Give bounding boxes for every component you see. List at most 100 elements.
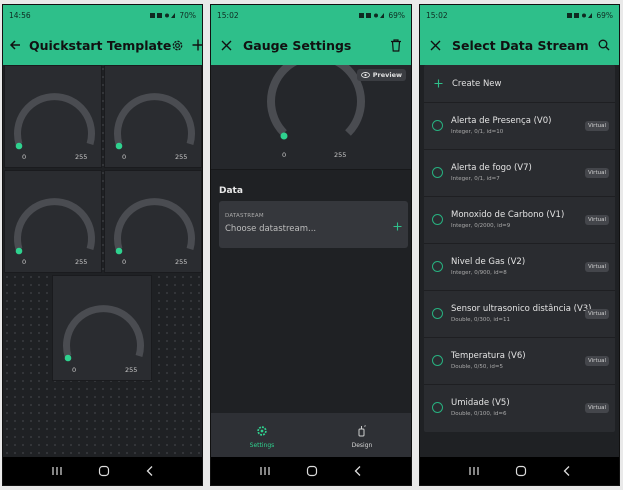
recent-apps-icon[interactable]	[468, 466, 480, 476]
datastream-type-badge: Virtual	[585, 121, 609, 131]
section-title-data: Data	[219, 186, 243, 196]
datastream-meta: Integer, 0/1, id=10	[451, 129, 504, 135]
top-bar: Quickstart Template	[3, 25, 202, 65]
datastream-row[interactable]: Alerta de Presença (V0) Integer, 0/1, id…	[424, 103, 615, 150]
home-icon[interactable]	[98, 465, 110, 477]
select-data-stream-screen: 15:02 69% Select Data Stream Create New …	[419, 4, 620, 486]
datastream-name: Nivel de Gas (V2)	[451, 257, 526, 267]
radio-button[interactable]	[432, 308, 443, 319]
gauge-dial	[63, 305, 144, 362]
datastream-meta: Integer, 0/900, id=8	[451, 270, 507, 276]
status-bar: 15:02 69%	[420, 5, 619, 25]
gauge-widget[interactable]: 0 255	[104, 65, 202, 168]
plus-icon[interactable]	[393, 222, 402, 231]
datastream-row[interactable]: Monoxido de Carbono (V1) Integer, 0/2000…	[424, 197, 615, 244]
system-nav-bar	[420, 457, 619, 485]
tab-design[interactable]: Design	[351, 425, 373, 449]
system-nav-bar	[3, 457, 202, 485]
create-new-button[interactable]: Create New	[424, 65, 615, 103]
create-new-label: Create New	[452, 78, 502, 89]
gauge-widget[interactable]: 0 255	[4, 65, 102, 168]
datastream-name: Monoxido de Carbono (V1)	[451, 210, 565, 220]
quickstart-template-screen: 14:56 70% Quickstart Template 0 255 0 25…	[2, 4, 203, 486]
gauge-indicator-dot	[64, 354, 72, 362]
preview-toggle[interactable]: Preview	[356, 69, 406, 81]
radio-button[interactable]	[432, 261, 443, 272]
datastream-list: Create New Alerta de Presença (V0) Integ…	[424, 65, 615, 432]
battery-level: 69%	[388, 10, 405, 20]
recent-apps-icon[interactable]	[259, 466, 271, 476]
trash-icon[interactable]	[387, 36, 405, 54]
status-icons	[567, 12, 593, 18]
gauge-indicator-dot	[115, 142, 123, 150]
datastream-row[interactable]: Nivel de Gas (V2) Integer, 0/900, id=8 V…	[424, 244, 615, 291]
status-icons	[359, 12, 385, 18]
gauge-dial	[114, 93, 195, 150]
status-bar: 15:02 69%	[211, 5, 411, 25]
datastream-name: Sensor ultrasonico distância (V3)	[451, 304, 592, 314]
datastream-name: Temperatura (V6)	[451, 351, 526, 361]
gauge-max: 255	[125, 366, 138, 374]
radio-button[interactable]	[432, 355, 443, 366]
gauge-min: 0	[72, 366, 77, 374]
radio-button[interactable]	[432, 214, 443, 225]
back-icon[interactable]	[353, 465, 363, 477]
recent-apps-icon[interactable]	[51, 466, 63, 476]
datastream-row[interactable]: Temperatura (V6) Double, 0/50, id=5 Virt…	[424, 338, 615, 385]
datastream-caption: DATASTREAM	[225, 213, 264, 219]
gauge-max: 255	[334, 151, 347, 159]
page-title: Select Data Stream	[452, 37, 589, 53]
plus-icon[interactable]	[192, 36, 202, 54]
datastream-name: Alerta de Presença (V0)	[451, 116, 552, 126]
top-bar: Gauge Settings	[211, 25, 411, 65]
gear-icon[interactable]	[171, 36, 184, 54]
gauge-widget[interactable]: 0 255	[104, 170, 202, 273]
back-icon[interactable]	[562, 465, 572, 477]
datastream-row[interactable]: Alerta de fogo (V7) Integer, 0/1, id=7 V…	[424, 150, 615, 197]
gauge-indicator-dot	[15, 142, 23, 150]
radio-button[interactable]	[432, 402, 443, 413]
battery-level: 70%	[179, 10, 196, 20]
close-icon[interactable]	[426, 36, 444, 54]
radio-button[interactable]	[432, 120, 443, 131]
gauge-min: 0	[122, 258, 127, 266]
radio-button[interactable]	[432, 167, 443, 178]
home-icon[interactable]	[306, 465, 318, 477]
eye-icon	[360, 72, 370, 78]
datastream-row[interactable]: Sensor ultrasonico distância (V3) Double…	[424, 291, 615, 338]
tab-settings[interactable]: Settings	[249, 425, 275, 449]
datastream-name: Umidade (V5)	[451, 398, 510, 408]
preview-label: Preview	[372, 71, 402, 79]
datastream-meta: Double, 0/50, id=5	[451, 364, 503, 370]
gauge-settings-screen: 15:02 69% Gauge Settings 0 255 Preview D…	[210, 4, 412, 486]
close-icon[interactable]	[217, 36, 235, 54]
gauge-widget[interactable]: 0 255	[52, 275, 152, 381]
gauge-dial	[114, 198, 195, 255]
gauge-dial	[14, 93, 95, 150]
home-icon[interactable]	[515, 465, 527, 477]
gauge-indicator-dot	[15, 247, 23, 255]
datastream-selector[interactable]: DATASTREAM Choose datastream...	[219, 201, 408, 248]
datastream-meta: Integer, 0/2000, id=9	[451, 223, 511, 229]
gauge-max: 255	[75, 258, 88, 266]
datastream-type-badge: Virtual	[585, 262, 609, 272]
status-icons	[150, 12, 176, 18]
gauge-widget[interactable]: 0 255	[4, 170, 102, 273]
settings-tab-bar: Settings Design	[211, 413, 411, 457]
datastream-type-badge: Virtual	[585, 356, 609, 366]
plus-icon	[434, 79, 443, 88]
datastream-row[interactable]: Umidade (V5) Double, 0/100, id=6 Virtual	[424, 385, 615, 432]
arrow-left-icon[interactable]	[9, 36, 21, 54]
brush-icon	[358, 425, 366, 437]
tab-label: Design	[351, 442, 373, 449]
back-icon[interactable]	[145, 465, 155, 477]
datastream-type-badge: Virtual	[585, 403, 609, 413]
search-icon[interactable]	[595, 36, 613, 54]
gear-icon	[257, 426, 267, 436]
dashboard-canvas[interactable]: 0 255 0 255 0 255 0 255 0 255	[3, 65, 202, 457]
tab-label: Settings	[249, 442, 275, 449]
datastream-name: Alerta de fogo (V7)	[451, 163, 532, 173]
datastream-meta: Double, 0/100, id=6	[451, 411, 507, 417]
system-nav-bar	[211, 457, 411, 485]
battery-level: 69%	[596, 10, 613, 20]
